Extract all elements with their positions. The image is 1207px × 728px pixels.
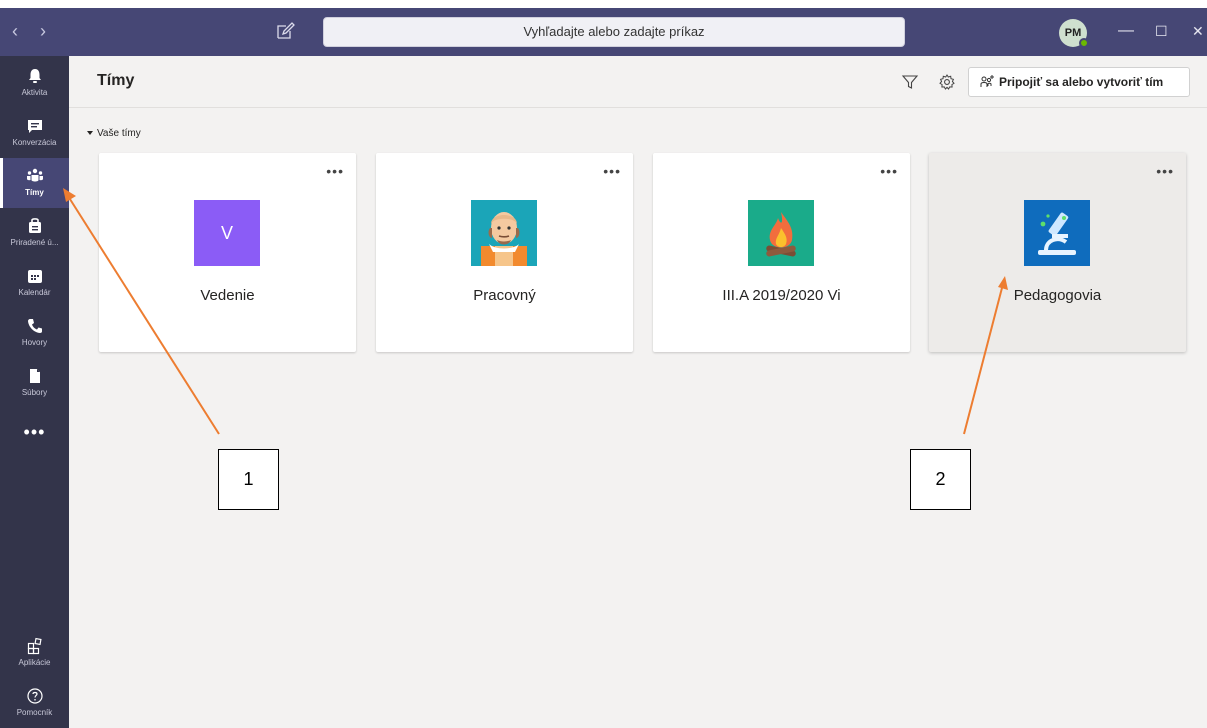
- join-or-create-team-button[interactable]: Pripojiť sa alebo vytvoriť tím: [968, 67, 1190, 97]
- rail-label: Priradené ú...: [10, 238, 59, 247]
- rail-item-teams[interactable]: Tímy: [0, 158, 69, 208]
- filter-icon[interactable]: [901, 73, 919, 91]
- rail-item-chat[interactable]: Konverzácia: [0, 108, 69, 158]
- teams-app-window: ‹ › Vyhľadajte alebo zadajte príkaz PM —…: [0, 8, 1207, 728]
- more-apps-icon[interactable]: •••: [0, 422, 69, 443]
- rail-label: Hovory: [21, 338, 48, 347]
- rail-item-calls[interactable]: Hovory: [0, 308, 69, 358]
- rail-item-assignments[interactable]: Priradené ú...: [0, 208, 69, 258]
- minimize-button[interactable]: —: [1118, 21, 1134, 41]
- gear-icon[interactable]: [938, 73, 956, 91]
- rail-item-files[interactable]: Súbory: [0, 358, 69, 408]
- team-logo-letter: V: [220, 223, 233, 243]
- maximize-button[interactable]: ☐: [1155, 21, 1168, 41]
- rail-label: Pomocník: [16, 708, 53, 717]
- team-name: Vedenie: [200, 287, 255, 304]
- title-bar: ‹ › Vyhľadajte alebo zadajte príkaz PM —…: [0, 8, 1207, 56]
- campfire-logo-icon: [748, 200, 814, 266]
- more-options-icon[interactable]: •••: [603, 163, 621, 179]
- rail-label: Súbory: [21, 388, 48, 397]
- chat-icon: [27, 120, 42, 133]
- shakespeare-logo-icon: [471, 200, 537, 266]
- chevron-down-icon: [87, 131, 93, 136]
- files-icon: [29, 369, 40, 383]
- forward-arrow-icon[interactable]: ›: [40, 22, 46, 40]
- callout-2: 2: [910, 449, 971, 510]
- teams-icon: [26, 168, 43, 182]
- team-card-vedenie[interactable]: ••• V Vedenie: [99, 153, 356, 352]
- help-icon: [26, 688, 43, 704]
- close-button[interactable]: ✕: [1192, 21, 1204, 41]
- rail-label: Aplikácie: [18, 658, 51, 667]
- compose-icon[interactable]: [274, 20, 298, 44]
- team-logo-vedenie: V: [194, 200, 260, 266]
- team-card-3a[interactable]: ••• III.A 2019/2020 Vi: [653, 153, 910, 352]
- join-button-label: Pripojiť sa alebo vytvoriť tím: [999, 75, 1164, 89]
- back-arrow-icon[interactable]: ‹: [12, 22, 18, 40]
- rail-label: Aktivita: [21, 88, 48, 97]
- apps-icon: [27, 637, 42, 655]
- rail-label: Tímy: [25, 188, 44, 197]
- team-card-pedagogovia[interactable]: ••• Pedagogovia: [929, 153, 1186, 352]
- rail-item-apps[interactable]: Aplikácie: [0, 628, 69, 678]
- rail-label: Kalendár: [18, 288, 51, 297]
- team-name: Pedagogovia: [1013, 287, 1102, 304]
- microscope-logo-icon: [1024, 200, 1090, 266]
- more-options-icon[interactable]: •••: [880, 163, 898, 179]
- more-options-icon[interactable]: •••: [1156, 163, 1174, 179]
- section-label: Vaše tímy: [97, 128, 141, 139]
- phone-icon: [27, 319, 42, 333]
- bell-icon: [28, 69, 41, 83]
- page-header: Tímy Pripojiť sa alebo vytvoriť tím: [69, 56, 1207, 108]
- add-team-icon: [980, 75, 994, 87]
- more-options-icon[interactable]: •••: [326, 163, 344, 179]
- rail-label: Konverzácia: [12, 138, 57, 147]
- your-teams-section-toggle[interactable]: Vaše tímy: [87, 128, 141, 139]
- rail-item-activity[interactable]: Aktivita: [0, 58, 69, 108]
- callout-1: 1: [218, 449, 279, 510]
- presence-status-icon: [1079, 38, 1089, 48]
- rail-item-help[interactable]: Pomocník: [0, 678, 69, 728]
- calendar-icon: [27, 270, 42, 283]
- team-card-pracovny[interactable]: ••• Pracovný: [376, 153, 633, 352]
- page-title: Tímy: [97, 72, 135, 89]
- app-rail: Aktivita Konverzácia Tímy Priradené ú...…: [0, 56, 69, 728]
- rail-item-calendar[interactable]: Kalendár: [0, 258, 69, 308]
- team-name: Pracovný: [473, 287, 536, 304]
- team-name: III.A 2019/2020 Vi: [722, 287, 841, 304]
- search-input[interactable]: Vyhľadajte alebo zadajte príkaz: [323, 17, 905, 47]
- assignments-icon: [28, 218, 41, 233]
